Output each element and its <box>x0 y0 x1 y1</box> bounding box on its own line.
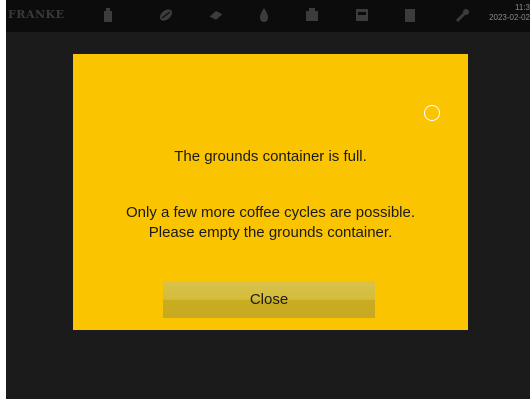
bean-container-icon[interactable] <box>100 7 116 23</box>
water-drop-icon[interactable] <box>256 7 272 23</box>
milk-icon[interactable] <box>304 7 320 23</box>
dialog-message-line1: Only a few more coffee cycles are possib… <box>125 204 416 221</box>
cleaning-tablet-icon[interactable] <box>208 7 224 23</box>
dialog-title: The grounds container is full. <box>174 148 367 165</box>
dialog-message-line2: Please empty the grounds container. <box>148 224 393 241</box>
counter-icon[interactable] <box>354 7 370 23</box>
grounds-full-dialog: The grounds container is full. Only a fe… <box>73 54 468 330</box>
clock-date: 2023-02-02 <box>489 13 530 22</box>
close-button[interactable]: Close <box>163 281 375 318</box>
brand-logo: FRANKE <box>8 8 65 21</box>
clock-time: 11:3 <box>515 3 530 12</box>
book-icon[interactable] <box>402 7 418 23</box>
clock-display: 11:3 2023-02-02 <box>489 3 530 23</box>
top-status-bar: FRANKE 11:3 2023-02-02 <box>6 0 530 32</box>
coffee-bean-icon[interactable] <box>158 7 174 23</box>
indicator-circle <box>424 105 440 121</box>
wrench-icon[interactable] <box>454 7 470 23</box>
machine-screen: FRANKE 11:3 2023-02-02 The grounds conta… <box>6 0 530 399</box>
